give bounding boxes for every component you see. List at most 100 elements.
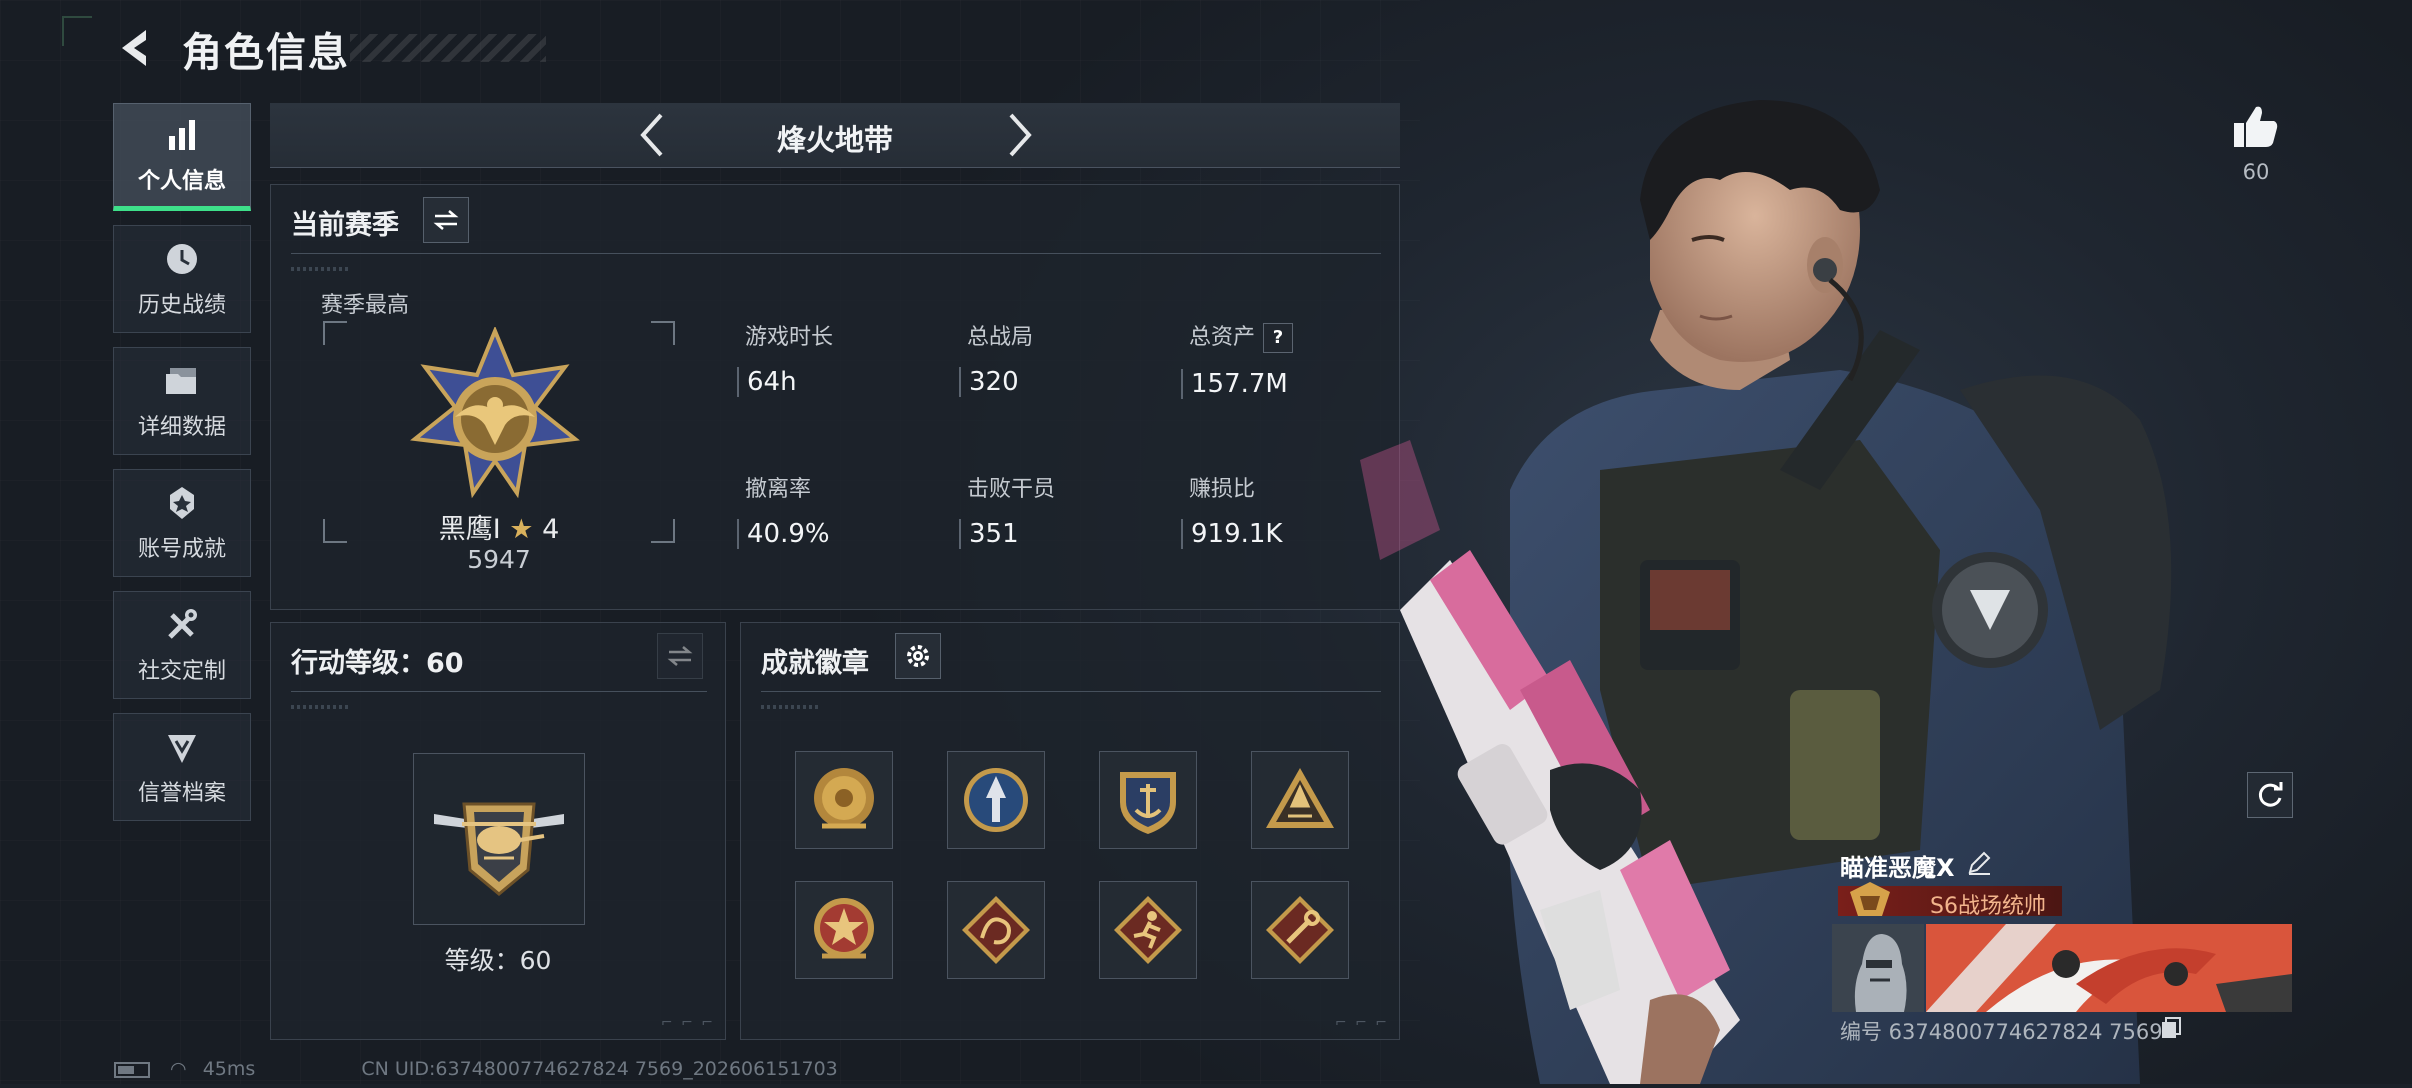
back-button[interactable] (110, 22, 158, 74)
ping-text: 45ms (202, 1058, 256, 1080)
sidebar-item-personal-info[interactable]: 个人信息 (113, 103, 251, 211)
swap-icon (667, 646, 693, 666)
flower-badge-icon (814, 768, 874, 829)
uid-text: CN UID:6374800774627824 7569_20260615170… (361, 1058, 838, 1080)
corner-decoration: ⌐ ⌐ ⌐ (660, 1015, 715, 1031)
level-panel-title: 行动等级：60 (291, 648, 464, 679)
achievement-icon (162, 483, 202, 523)
page-title: 角色信息 (182, 30, 350, 76)
rotate-model-button[interactable] (2247, 772, 2293, 818)
action-level-panel: 行动等级：60 等级：60 ⌐ ⌐ ⌐ (270, 622, 726, 1040)
history-icon (162, 239, 202, 279)
corner-decoration (62, 16, 92, 46)
thumbs-up-icon (2234, 106, 2278, 147)
stat-operators-killed: 击败干员 351 (959, 471, 1055, 549)
season-panel-title: 当前赛季 (291, 210, 399, 241)
back-arrow-icon (122, 30, 146, 66)
badge-slot-3[interactable] (1099, 751, 1197, 849)
stat-label: 撤离率 (745, 477, 812, 502)
like-count: 60 (2242, 160, 2270, 184)
season-best-label: 赛季最高 (321, 293, 410, 318)
sidebar-item-label: 社交定制 (137, 659, 226, 684)
badge-slot-1[interactable] (795, 751, 893, 849)
stat-value: 919.1K (1181, 519, 1282, 549)
chevron-right-icon (1009, 113, 1032, 157)
folder-icon (162, 361, 202, 401)
sidebar-item-label: 详细数据 (137, 415, 226, 440)
stat-label: 游戏时长 (745, 325, 834, 350)
mode-switcher: 烽火地带 (270, 103, 1400, 168)
rank-stars: 4 (542, 514, 560, 545)
title-decoration (350, 34, 546, 62)
stat-value: 64h (737, 367, 833, 397)
level-text: 等级：60 (444, 946, 552, 975)
player-id: 编号 6374800774627824 7569 (1840, 1020, 2163, 1044)
rank-emblem-icon (410, 327, 580, 499)
sidebar-item-label: 个人信息 (137, 169, 226, 194)
sidebar: 个人信息 历史战绩 详细数据 账号成就 社交定制 信誉档案 (113, 103, 251, 835)
anchor-shield-badge-icon (1120, 772, 1176, 834)
stat-value: 351 (959, 519, 1055, 549)
divider (761, 691, 1381, 709)
player-title-bar: S6战场统帅 (1838, 882, 2062, 919)
sidebar-item-label: 账号成就 (137, 537, 226, 562)
achievement-badges-panel: 成就徽章 ⌐ ⌐ ⌐ (740, 622, 1400, 1040)
stat-profit-loss-ratio: 赚损比 919.1K (1181, 471, 1282, 549)
runner-badge-icon (1114, 896, 1182, 964)
level-badge-frame (413, 753, 585, 925)
sidebar-item-credit-record[interactable]: 信誉档案 (113, 713, 251, 821)
copy-icon[interactable] (2160, 1016, 2182, 1040)
tools-icon (162, 605, 202, 645)
status-footer: ◠ 45ms CN UID:6374800774627824 7569_2026… (114, 1058, 838, 1080)
stat-label: 赚损比 (1189, 477, 1256, 502)
player-title: S6战场统帅 (1930, 894, 2046, 919)
stat-label: 总资产 (1189, 325, 1256, 350)
stat-label-row: 总资产? (1181, 319, 1294, 353)
swap-icon (433, 210, 459, 230)
star-icon: ★ (509, 514, 534, 545)
badge-slot-6[interactable] (947, 881, 1045, 979)
achievements-settings-button[interactable] (895, 633, 941, 679)
avatar[interactable] (1832, 924, 1924, 1012)
mode-next-button[interactable] (994, 109, 1046, 161)
stat-label: 击败干员 (967, 477, 1056, 502)
divider (291, 253, 1381, 271)
edit-icon[interactable] (1966, 850, 1992, 876)
sidebar-item-label: 历史战绩 (137, 293, 226, 318)
helicopter-badge-icon (434, 802, 564, 896)
battery-icon (114, 1061, 150, 1078)
rank-name-row: 黑鹰I ★ 4 (271, 507, 727, 546)
badge-slot-5[interactable] (795, 881, 893, 979)
dragon-badge-icon (962, 896, 1030, 964)
sidebar-item-detailed-data[interactable]: 详细数据 (113, 347, 251, 455)
shield-arrow-icon (162, 727, 202, 767)
sidebar-item-social-custom[interactable]: 社交定制 (113, 591, 251, 699)
season-switch-button[interactable] (423, 197, 469, 243)
stat-label: 总战局 (967, 325, 1034, 350)
like-button[interactable] (2226, 96, 2286, 156)
gear-icon (907, 645, 929, 667)
sidebar-item-label: 信誉档案 (137, 781, 226, 806)
stat-value: 320 (959, 367, 1033, 397)
current-season-panel: 当前赛季 赛季最高 黑鹰I ★ 4 5947 游戏时长 64h 总战局 320 … (270, 184, 1400, 610)
level-switch-button[interactable] (657, 633, 703, 679)
stat-value: 40.9% (737, 519, 830, 549)
title-emblem-icon (1850, 882, 1890, 916)
wifi-icon: ◠ (170, 1058, 187, 1080)
stat-total-assets: 总资产? 157.7M (1181, 319, 1294, 399)
badge-slot-2[interactable] (947, 751, 1045, 849)
rank-name: 黑鹰I (438, 514, 501, 545)
stat-play-time: 游戏时长 64h (737, 319, 833, 397)
sidebar-item-achievements[interactable]: 账号成就 (113, 469, 251, 577)
player-banner (1926, 924, 2292, 1012)
help-button[interactable]: ? (1263, 323, 1294, 353)
badge-slot-7[interactable] (1099, 881, 1197, 979)
divider (291, 691, 707, 709)
achievements-title: 成就徽章 (761, 648, 869, 679)
sidebar-item-history[interactable]: 历史战绩 (113, 225, 251, 333)
rank-score: 5947 (467, 545, 531, 574)
player-name: 瞄准恶魔X (1840, 854, 1955, 882)
star-badge-icon (814, 898, 874, 959)
mode-title: 烽火地带 (776, 123, 893, 157)
stat-extract-rate: 撤离率 40.9% (737, 471, 830, 549)
